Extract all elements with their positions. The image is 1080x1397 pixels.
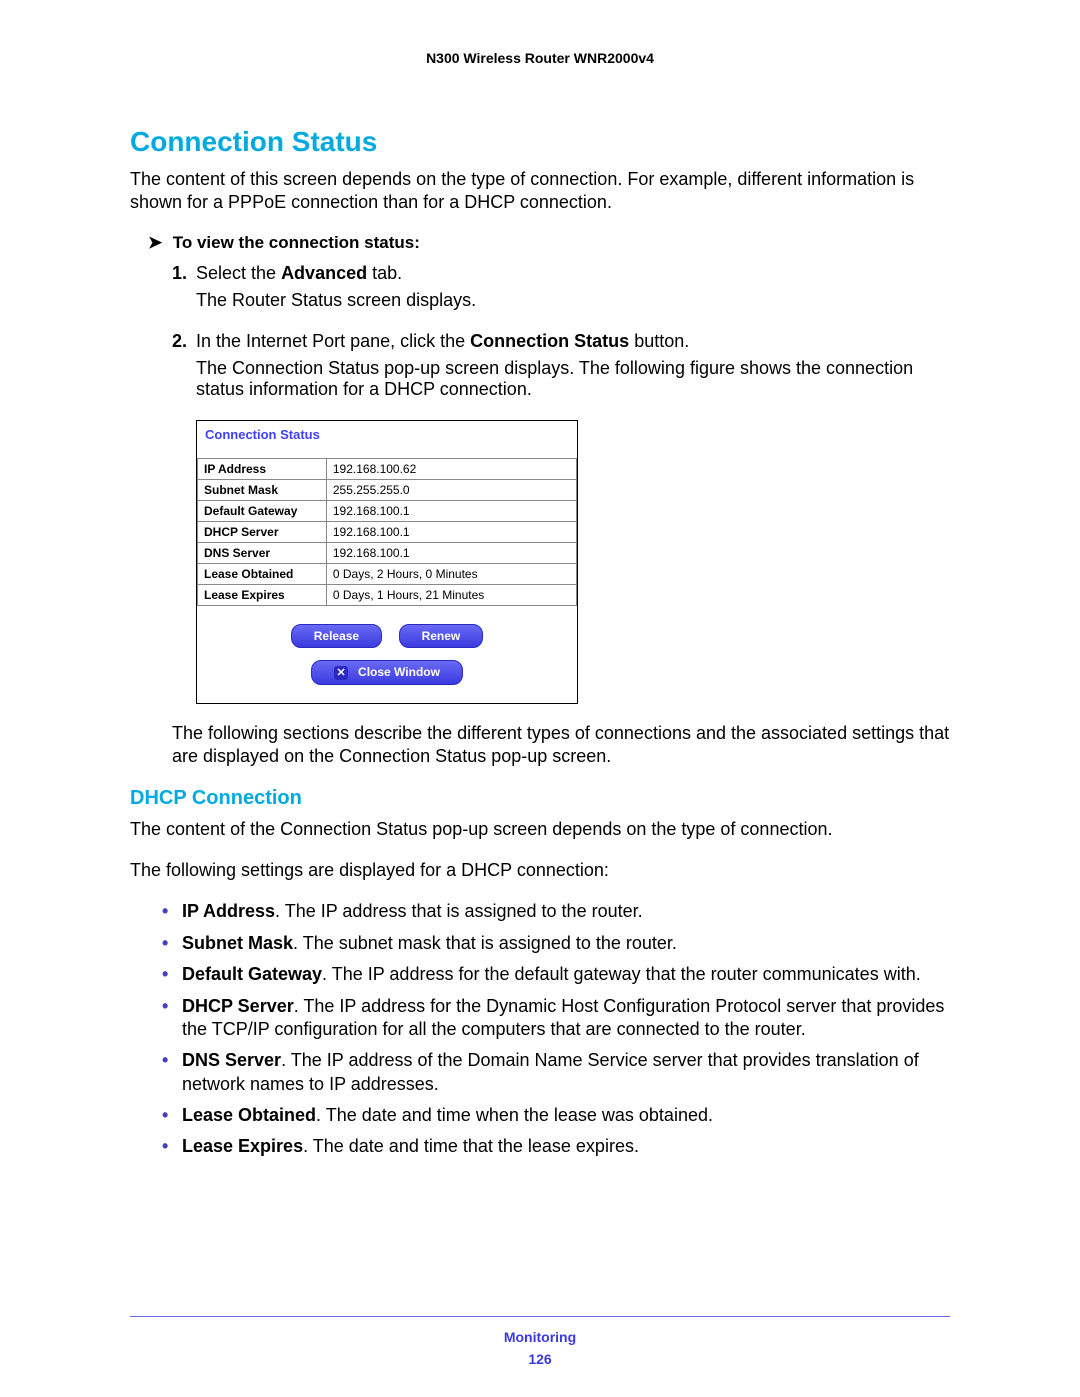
step-bold: Connection Status xyxy=(470,331,629,351)
bullet-bold: DHCP Server xyxy=(182,996,294,1016)
task-label: To view the connection status: xyxy=(173,233,420,252)
section-intro: The content of this screen depends on th… xyxy=(130,168,950,215)
list-item: •DNS Server. The IP address of the Domai… xyxy=(162,1049,950,1096)
step-paragraph: The Router Status screen displays. xyxy=(196,290,950,311)
close-label: Close Window xyxy=(358,665,440,679)
task-heading: ➤ To view the connection status: xyxy=(148,233,950,253)
popup-title: Connection Status xyxy=(197,427,577,458)
bullet-bold: Lease Obtained xyxy=(182,1105,316,1125)
bullet-text: . The date and time that the lease expir… xyxy=(303,1136,639,1156)
bullet-icon: • xyxy=(162,1049,182,1096)
close-window-button[interactable]: ✕ Close Window xyxy=(311,660,463,685)
row-label: IP Address xyxy=(198,458,327,479)
list-item: •Lease Expires. The date and time that t… xyxy=(162,1135,950,1158)
footer-label: Monitoring xyxy=(130,1329,950,1345)
bullet-text: . The IP address of the Domain Name Serv… xyxy=(182,1050,919,1093)
step-text: Select the xyxy=(196,263,281,283)
bullet-bold: IP Address xyxy=(182,901,275,921)
row-label: DHCP Server xyxy=(198,521,327,542)
step-text: tab. xyxy=(367,263,402,283)
section-title: Connection Status xyxy=(130,126,950,158)
table-row: IP Address192.168.100.62 xyxy=(198,458,577,479)
bullet-bold: Lease Expires xyxy=(182,1136,303,1156)
bullet-text: . The subnet mask that is assigned to th… xyxy=(293,933,677,953)
bullet-icon: • xyxy=(162,963,182,986)
page-footer: Monitoring 126 xyxy=(130,1316,950,1367)
bullet-icon: • xyxy=(162,1135,182,1158)
bullet-icon: • xyxy=(162,995,182,1042)
bullet-text: . The date and time when the lease was o… xyxy=(316,1105,713,1125)
table-row: Default Gateway192.168.100.1 xyxy=(198,500,577,521)
table-row: DNS Server192.168.100.1 xyxy=(198,542,577,563)
row-value: 255.255.255.0 xyxy=(326,479,576,500)
step-bold: Advanced xyxy=(281,263,367,283)
release-button[interactable]: Release xyxy=(291,624,382,648)
bullet-icon: • xyxy=(162,1104,182,1127)
row-label: DNS Server xyxy=(198,542,327,563)
row-label: Lease Obtained xyxy=(198,563,327,584)
list-item: •Default Gateway. The IP address for the… xyxy=(162,963,950,986)
table-row: Lease Obtained0 Days, 2 Hours, 0 Minutes xyxy=(198,563,577,584)
row-label: Default Gateway xyxy=(198,500,327,521)
footer-page-number: 126 xyxy=(130,1351,950,1367)
bullet-bold: Default Gateway xyxy=(182,964,322,984)
row-value: 0 Days, 1 Hours, 21 Minutes xyxy=(326,584,576,605)
list-item: •DHCP Server. The IP address for the Dyn… xyxy=(162,995,950,1042)
list-item: •IP Address. The IP address that is assi… xyxy=(162,900,950,923)
after-popup-text: The following sections describe the diff… xyxy=(172,722,950,769)
step-text: button. xyxy=(629,331,689,351)
bullet-text: . The IP address for the default gateway… xyxy=(322,964,921,984)
step-number: 1. xyxy=(172,263,196,323)
bullet-text: . The IP address for the Dynamic Host Co… xyxy=(182,996,944,1039)
bullet-bold: Subnet Mask xyxy=(182,933,293,953)
step-number: 2. xyxy=(172,331,196,412)
close-icon: ✕ xyxy=(334,666,348,680)
row-label: Subnet Mask xyxy=(198,479,327,500)
row-value: 192.168.100.62 xyxy=(326,458,576,479)
row-value: 192.168.100.1 xyxy=(326,500,576,521)
row-value: 192.168.100.1 xyxy=(326,542,576,563)
list-item: •Lease Obtained. The date and time when … xyxy=(162,1104,950,1127)
document-header: N300 Wireless Router WNR2000v4 xyxy=(130,50,950,66)
dhcp-title: DHCP Connection xyxy=(130,787,950,810)
row-label: Lease Expires xyxy=(198,584,327,605)
step-paragraph: The Connection Status pop-up screen disp… xyxy=(196,358,950,400)
dhcp-p1: The content of the Connection Status pop… xyxy=(130,818,950,841)
table-row: Subnet Mask255.255.255.0 xyxy=(198,479,577,500)
row-value: 192.168.100.1 xyxy=(326,521,576,542)
connection-status-popup: Connection Status IP Address192.168.100.… xyxy=(196,420,578,704)
step-text: In the Internet Port pane, click the xyxy=(196,331,470,351)
list-item: •Subnet Mask. The subnet mask that is as… xyxy=(162,932,950,955)
step-item: 2. In the Internet Port pane, click the … xyxy=(172,331,950,412)
popup-table: IP Address192.168.100.62 Subnet Mask255.… xyxy=(197,458,577,606)
table-row: DHCP Server192.168.100.1 xyxy=(198,521,577,542)
bullet-icon: • xyxy=(162,932,182,955)
bullet-bold: DNS Server xyxy=(182,1050,281,1070)
bullet-icon: • xyxy=(162,900,182,923)
step-item: 1. Select the Advanced tab. The Router S… xyxy=(172,263,950,323)
task-arrow-icon: ➤ xyxy=(148,233,168,253)
renew-button[interactable]: Renew xyxy=(399,624,484,648)
table-row: Lease Expires0 Days, 1 Hours, 21 Minutes xyxy=(198,584,577,605)
dhcp-p2: The following settings are displayed for… xyxy=(130,859,950,882)
row-value: 0 Days, 2 Hours, 0 Minutes xyxy=(326,563,576,584)
bullet-text: . The IP address that is assigned to the… xyxy=(275,901,643,921)
